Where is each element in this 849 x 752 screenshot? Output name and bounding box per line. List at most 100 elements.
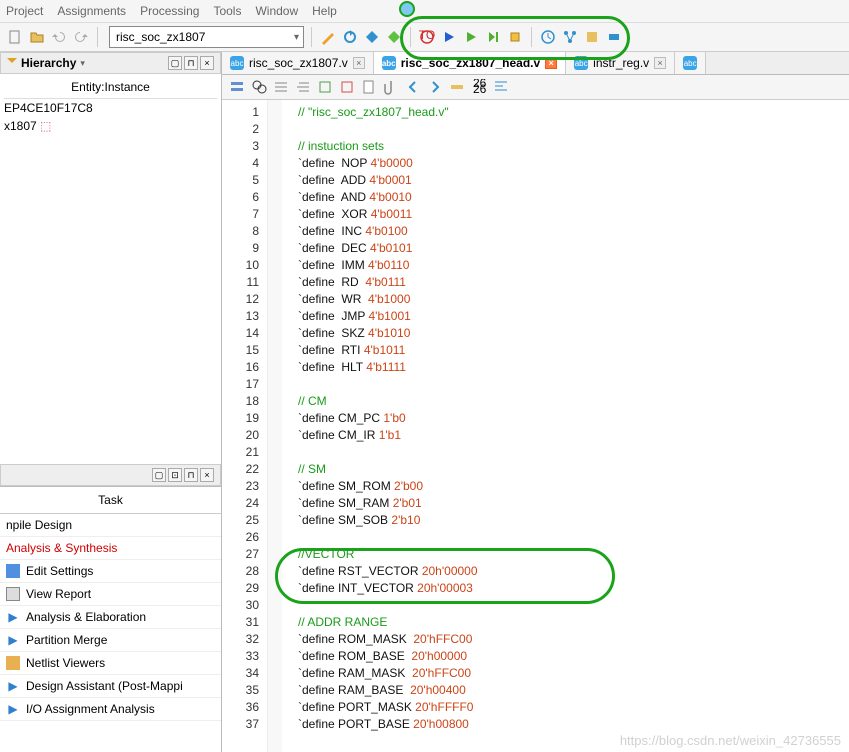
play-icon: ▶ xyxy=(6,702,20,716)
editor-area: abcrisc_soc_zx1807.v×abcrisc_soc_zx1807_… xyxy=(222,52,849,752)
pane-buttons: ▢ ⊓ × xyxy=(168,56,214,70)
pane2-btn-2[interactable]: ⊡ xyxy=(168,468,182,482)
undo-icon[interactable] xyxy=(50,28,68,46)
find-icon[interactable] xyxy=(250,78,268,96)
new-file-icon[interactable] xyxy=(6,28,24,46)
stop-icon[interactable]: STOP xyxy=(418,28,436,46)
compile-all-icon[interactable] xyxy=(385,28,403,46)
nav-fwd-icon[interactable] xyxy=(426,78,444,96)
code-text[interactable]: // "risc_soc_zx1807_head.v" // instuctio… xyxy=(282,100,484,752)
menu-project[interactable]: Project xyxy=(6,4,43,18)
tab-filename: risc_soc_zx1807.v xyxy=(249,56,348,70)
pane-btn-2[interactable]: ⊓ xyxy=(184,56,198,70)
wand-icon[interactable] xyxy=(319,28,337,46)
file-type-icon: abc xyxy=(382,56,396,70)
tab-close-icon[interactable]: × xyxy=(545,57,557,69)
menu-bar: Project Assignments Processing Tools Win… xyxy=(0,0,849,23)
editor-tabbar: abcrisc_soc_zx1807.v×abcrisc_soc_zx1807_… xyxy=(222,52,849,75)
nav-back-icon[interactable] xyxy=(404,78,422,96)
play-icon: ▶ xyxy=(6,679,20,693)
task-item[interactable]: ▶ I/O Assignment Analysis xyxy=(0,698,221,721)
template-icon[interactable] xyxy=(360,78,378,96)
programmer-icon[interactable] xyxy=(605,28,623,46)
pane-btn-3[interactable]: × xyxy=(200,56,214,70)
play-icon[interactable] xyxy=(440,28,458,46)
pane2-btn-3[interactable]: ⊓ xyxy=(184,468,198,482)
main-area: Hierarchy ▾ ▢ ⊓ × Entity:Instance EP4CE1… xyxy=(0,52,849,752)
comment-icon[interactable] xyxy=(316,78,334,96)
file-type-icon: abc xyxy=(683,56,697,70)
folder-icon xyxy=(6,656,20,670)
top-entity-row[interactable]: x1807 ⬚ xyxy=(4,117,217,135)
task-item[interactable]: ▶Analysis & Elaboration xyxy=(0,606,221,629)
step-icon[interactable] xyxy=(484,28,502,46)
pane-btn-1[interactable]: ▢ xyxy=(168,56,182,70)
format-icon[interactable] xyxy=(492,78,510,96)
code-area[interactable]: 1 2 3 4 5 6 7 8 9 10 11 12 13 14 15 16 1… xyxy=(222,100,849,752)
compile-icon[interactable] xyxy=(363,28,381,46)
tab-close-icon[interactable]: × xyxy=(654,57,666,69)
menu-window[interactable]: Window xyxy=(255,4,298,18)
file-type-icon: abc xyxy=(230,56,244,70)
hierarchy-header: Hierarchy ▾ ▢ ⊓ × xyxy=(0,52,221,74)
editor-toolbar: 267268 xyxy=(222,75,849,100)
device-row[interactable]: EP4CE10F17C8 xyxy=(4,99,217,117)
uncomment-icon[interactable] xyxy=(338,78,356,96)
task-item[interactable]: Analysis & Synthesis xyxy=(0,537,221,560)
watermark-text: https://blog.csdn.net/weixin_42736555 xyxy=(620,733,841,748)
task-item[interactable]: View Report xyxy=(0,583,221,606)
tab-close-icon[interactable]: × xyxy=(353,57,365,69)
menu-tools[interactable]: Tools xyxy=(213,4,241,18)
menu-assignments[interactable]: Assignments xyxy=(57,4,126,18)
editor-tab[interactable]: abc risc_soc_zx1807.v × xyxy=(222,52,374,74)
netlist-icon[interactable] xyxy=(561,28,579,46)
project-selector[interactable]: risc_soc_zx1807 xyxy=(109,26,304,48)
bookmark-icon[interactable] xyxy=(228,78,246,96)
pane2-btn-1[interactable]: ▢ xyxy=(152,468,166,482)
play-icon: ▶ xyxy=(6,633,20,647)
ruler-icon[interactable] xyxy=(448,78,466,96)
task-item[interactable]: npile Design xyxy=(0,514,221,537)
chip-icon[interactable] xyxy=(506,28,524,46)
task-item[interactable]: ▶Partition Merge xyxy=(0,629,221,652)
svg-text:268: 268 xyxy=(473,82,487,95)
outdent-icon[interactable] xyxy=(294,78,312,96)
svg-text:STOP: STOP xyxy=(419,29,435,42)
fold-column[interactable] xyxy=(268,100,282,752)
timing-icon[interactable] xyxy=(539,28,557,46)
task-item[interactable]: Netlist Viewers xyxy=(0,652,221,675)
menu-processing[interactable]: Processing xyxy=(140,4,199,18)
refresh-icon[interactable] xyxy=(341,28,359,46)
left-panel: Hierarchy ▾ ▢ ⊓ × Entity:Instance EP4CE1… xyxy=(0,52,222,752)
task-label: Netlist Viewers xyxy=(26,656,105,670)
play-green-icon[interactable] xyxy=(462,28,480,46)
editor-tab[interactable]: abc instr_reg.v × xyxy=(566,52,675,74)
file-type-icon: abc xyxy=(574,56,588,70)
hierarchy-tree[interactable]: Entity:Instance EP4CE10F17C8 x1807 ⬚ xyxy=(0,74,221,464)
open-folder-icon[interactable] xyxy=(28,28,46,46)
report-icon xyxy=(6,587,20,601)
tasks-pane: Task npile DesignAnalysis & SynthesisEdi… xyxy=(0,486,221,721)
entity-column-header: Entity:Instance xyxy=(4,78,217,99)
tab-filename: instr_reg.v xyxy=(593,56,649,70)
hierarchy-selector[interactable]: Hierarchy ▾ xyxy=(7,56,85,70)
pane2-btn-4[interactable]: × xyxy=(200,468,214,482)
pane2-header: ▢ ⊡ ⊓ × xyxy=(0,464,221,486)
menu-help[interactable]: Help xyxy=(312,4,337,18)
task-item[interactable]: Edit Settings xyxy=(0,560,221,583)
redo-icon[interactable] xyxy=(72,28,90,46)
hierarchy-label: Hierarchy xyxy=(21,56,76,70)
hierarchy-triangle-icon xyxy=(7,58,17,68)
task-label: Design Assistant (Post-Mappi xyxy=(26,679,183,693)
indent-icon[interactable] xyxy=(272,78,290,96)
editor-tab-more[interactable]: abc xyxy=(675,52,706,74)
tasks-list: npile DesignAnalysis & SynthesisEdit Set… xyxy=(0,514,221,721)
pin-planner-icon[interactable] xyxy=(583,28,601,46)
attach-icon[interactable] xyxy=(382,78,400,96)
task-label: Analysis & Elaboration xyxy=(26,610,146,624)
editor-tab[interactable]: abcrisc_soc_zx1807_head.v× xyxy=(374,52,566,74)
line-gutter: 1 2 3 4 5 6 7 8 9 10 11 12 13 14 15 16 1… xyxy=(222,100,268,752)
line-numbers-icon[interactable]: 267268 xyxy=(470,78,488,96)
task-label: I/O Assignment Analysis xyxy=(26,702,155,716)
task-item[interactable]: ▶ Design Assistant (Post-Mappi xyxy=(0,675,221,698)
